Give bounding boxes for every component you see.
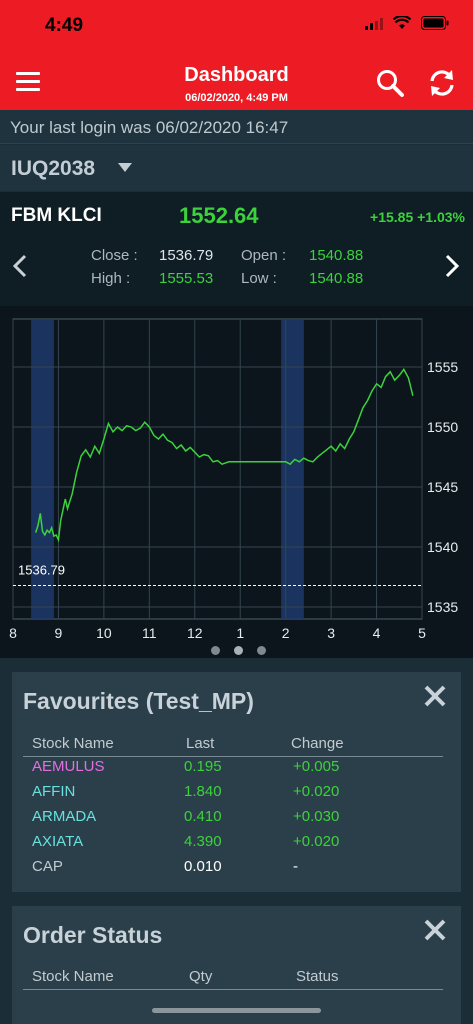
table-row[interactable]: CAP 0.010 -	[23, 856, 443, 881]
stock-name: AXIATA	[32, 833, 84, 850]
page-dot[interactable]	[234, 646, 243, 655]
refresh-icon[interactable]	[427, 68, 457, 103]
x-tick-label: 1	[236, 625, 244, 640]
app-header: Dashboard 06/02/2020, 4:49 PM	[0, 50, 473, 110]
y-tick-label: 1535	[427, 599, 458, 615]
table-row[interactable]: AEMULUS 0.195 +0.005	[23, 756, 443, 781]
stock-name: AFFIN	[32, 783, 76, 800]
wifi-icon	[392, 14, 412, 35]
x-tick-label: 4	[373, 625, 381, 640]
low-value: 1540.88	[309, 270, 364, 287]
favourites-title: Favourites (Test_MP)	[23, 688, 254, 714]
high-value: 1555.53	[159, 270, 214, 287]
index-name: FBM KLCI	[11, 205, 102, 226]
favourites-table-header: Stock Name Last Change	[23, 733, 443, 757]
signal-icon	[365, 17, 383, 35]
y-tick-label: 1545	[427, 479, 458, 495]
status-bar: 4:49	[0, 0, 473, 50]
favourites-card: Favourites (Test_MP) Stock Name Last Cha…	[12, 672, 461, 892]
order-status-title: Order Status	[23, 922, 163, 948]
low-label: Low :	[241, 270, 277, 287]
stock-name: AEMULUS	[32, 758, 105, 775]
page-dot[interactable]	[257, 646, 266, 655]
close-value: 1536.79	[159, 247, 214, 264]
plot-frame	[12, 318, 423, 620]
x-tick-label: 3	[327, 625, 335, 640]
chevron-right-icon[interactable]	[444, 254, 460, 283]
page-dot[interactable]	[211, 646, 220, 655]
account-selector[interactable]: IUQ2038	[0, 145, 473, 191]
y-tick-label: 1555	[427, 359, 458, 375]
status-icons	[365, 14, 449, 35]
page-indicator[interactable]	[211, 646, 266, 655]
col-change: Change	[291, 735, 344, 752]
stock-change: +0.020	[293, 833, 340, 850]
stock-last: 0.410	[184, 808, 222, 825]
close-icon[interactable]	[423, 684, 447, 713]
index-change: +15.85 +1.03%	[370, 209, 465, 225]
chevron-left-icon[interactable]	[12, 254, 28, 283]
stock-last: 0.195	[184, 758, 222, 775]
index-summary: FBM KLCI 1552.64 +15.85 +1.03% Close : 1…	[0, 192, 473, 306]
table-row[interactable]: AXIATA 4.390 +0.020	[23, 831, 443, 856]
open-value: 1540.88	[309, 247, 364, 264]
stock-change: -	[293, 858, 298, 875]
caret-down-icon[interactable]	[118, 163, 132, 172]
order-status-card: Order Status Stock Name Qty Status	[12, 906, 461, 1024]
x-tick-label: 5	[418, 625, 426, 640]
table-row[interactable]: AFFIN 1.840 +0.020	[23, 781, 443, 806]
stock-change: +0.030	[293, 808, 340, 825]
x-tick-label: 12	[187, 625, 203, 640]
x-tick-label: 10	[96, 625, 112, 640]
col-stock-name: Stock Name	[32, 968, 114, 985]
close-icon[interactable]	[423, 918, 447, 947]
x-tick-label: 9	[55, 625, 63, 640]
account-id: IUQ2038	[11, 157, 96, 180]
search-icon[interactable]	[375, 68, 405, 103]
order-table-header: Stock Name Qty Status	[23, 966, 443, 990]
battery-icon	[421, 16, 449, 35]
stock-name: CAP	[32, 858, 63, 875]
stock-change: +0.020	[293, 783, 340, 800]
stock-last: 4.390	[184, 833, 222, 850]
last-login-text: Your last login was 06/02/2020 16:47	[0, 110, 473, 144]
stock-last: 1.840	[184, 783, 222, 800]
home-indicator	[152, 1008, 321, 1013]
open-label: Open :	[241, 247, 287, 264]
high-label: High :	[91, 270, 131, 287]
col-last: Last	[186, 735, 215, 752]
col-stock-name: Stock Name	[32, 735, 114, 752]
close-label: Close :	[91, 247, 138, 264]
y-tick-label: 1550	[427, 419, 458, 435]
col-status: Status	[296, 968, 339, 985]
x-tick-label: 11	[142, 625, 157, 640]
status-time: 4:49	[45, 15, 84, 36]
intraday-chart[interactable]: 8 9 10 11 12 1 2 3 4 5 1535 1540 1545 1550 1555 1536.79	[0, 306, 473, 658]
stock-name: ARMADA	[32, 808, 97, 825]
reference-line-label: 1536.79	[18, 563, 65, 578]
stock-change: +0.005	[293, 758, 340, 775]
y-tick-label: 1540	[427, 539, 458, 555]
col-qty: Qty	[189, 968, 213, 985]
x-tick-label: 2	[282, 625, 290, 640]
stock-last: 0.010	[184, 858, 222, 875]
table-row[interactable]: ARMADA 0.410 +0.030	[23, 806, 443, 831]
highlight-band	[281, 319, 304, 619]
index-value: 1552.64	[179, 203, 259, 228]
chart-svg: 8 9 10 11 12 1 2 3 4 5153515401545155015551536.79	[9, 318, 458, 640]
x-tick-label: 8	[9, 625, 17, 640]
